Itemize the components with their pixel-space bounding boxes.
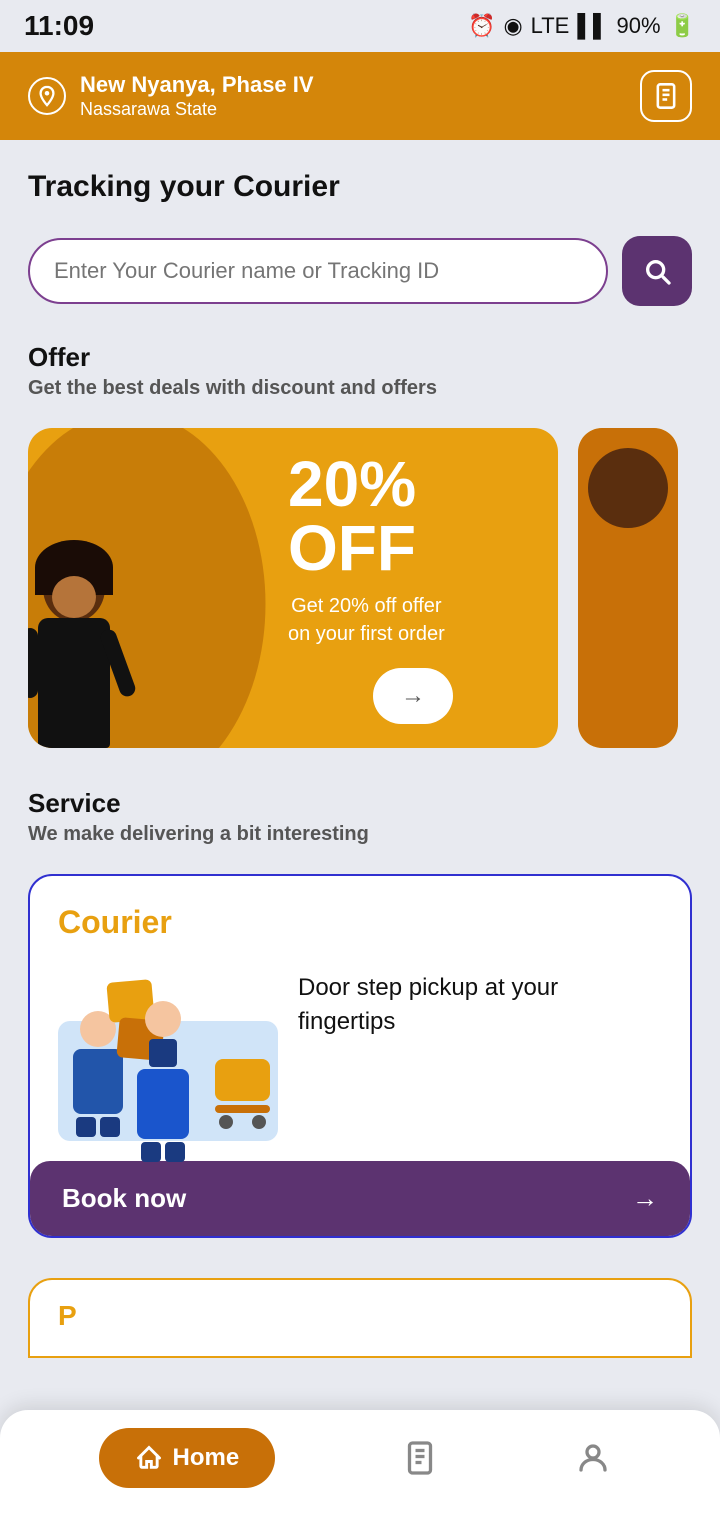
profile-nav-icon bbox=[575, 1440, 611, 1476]
offer-description: Get 20% off offeron your first order bbox=[288, 592, 445, 648]
book-now-arrow-icon: → bbox=[632, 1183, 658, 1214]
partial-next-card: P bbox=[28, 1278, 692, 1358]
offer-off: OFF bbox=[288, 516, 416, 580]
partial-card-label: P bbox=[58, 1300, 662, 1332]
search-row bbox=[28, 236, 692, 306]
alarm-icon: ⏰ bbox=[468, 13, 495, 39]
profile-nav-button[interactable] bbox=[565, 1430, 621, 1486]
location-name: New Nyanya, Phase IV bbox=[80, 72, 314, 98]
service-card-inner: Door step pickup at your fingertips bbox=[58, 961, 662, 1141]
search-button[interactable] bbox=[622, 236, 692, 306]
page-title: Tracking your Courier bbox=[28, 170, 692, 204]
location-icon bbox=[28, 77, 66, 115]
offer-button[interactable]: → bbox=[373, 668, 453, 724]
header: New Nyanya, Phase IV Nassarawa State bbox=[0, 52, 720, 140]
orders-icon[interactable] bbox=[640, 70, 692, 122]
battery-icon: 🔋 bbox=[669, 13, 696, 39]
home-nav-label: Home bbox=[173, 1444, 240, 1472]
status-bar: 11:09 ⏰ ◉ LTE ▌▌ 90% 🔋 bbox=[0, 0, 720, 52]
orders-nav-icon bbox=[402, 1440, 438, 1476]
offer-card-2-partial bbox=[578, 428, 678, 748]
service-card: Courier bbox=[28, 874, 692, 1238]
status-time: 11:09 bbox=[24, 10, 94, 42]
offer-card-1: 20% OFF Get 20% off offeron your first o… bbox=[28, 428, 558, 748]
location-state: Nassarawa State bbox=[80, 99, 314, 120]
header-location-text: New Nyanya, Phase IV Nassarawa State bbox=[80, 72, 314, 119]
offer-section-title: Offer bbox=[28, 342, 692, 373]
courier-label: Courier bbox=[58, 904, 662, 941]
offer-section-subtitle: Get the best deals with discount and off… bbox=[28, 377, 692, 400]
service-section-title: Service bbox=[28, 788, 692, 819]
battery-label: 90% bbox=[617, 13, 661, 39]
offer-person-illustration bbox=[28, 428, 278, 748]
book-now-button[interactable]: Book now → bbox=[30, 1161, 690, 1236]
home-icon bbox=[135, 1444, 163, 1472]
lte-label: LTE bbox=[531, 13, 570, 39]
service-description: Door step pickup at your fingertips bbox=[298, 961, 662, 1038]
offer-text: 20% OFF Get 20% off offeron your first o… bbox=[278, 432, 558, 744]
search-input[interactable] bbox=[54, 258, 582, 284]
bottom-nav: Home bbox=[0, 1410, 720, 1520]
search-icon bbox=[641, 255, 673, 287]
main-content: Tracking your Courier Offer Get the best… bbox=[0, 140, 720, 1478]
book-now-label: Book now bbox=[62, 1183, 186, 1214]
home-nav-button[interactable]: Home bbox=[99, 1428, 276, 1488]
offer-percent: 20% bbox=[288, 452, 416, 516]
orders-nav-button[interactable] bbox=[392, 1430, 448, 1486]
offer-arrow-icon: → bbox=[401, 682, 425, 710]
status-icons: ⏰ ◉ LTE ▌▌ 90% 🔋 bbox=[468, 13, 696, 39]
wifi-icon: ◉ bbox=[503, 13, 522, 39]
signal-icon: ▌▌ bbox=[577, 13, 608, 39]
delivery-illustration bbox=[58, 961, 278, 1141]
search-input-wrapper[interactable] bbox=[28, 238, 608, 304]
header-left: New Nyanya, Phase IV Nassarawa State bbox=[28, 72, 314, 119]
service-section-subtitle: We make delivering a bit interesting bbox=[28, 823, 692, 846]
offer-cards-scroll[interactable]: 20% OFF Get 20% off offeron your first o… bbox=[0, 428, 720, 748]
